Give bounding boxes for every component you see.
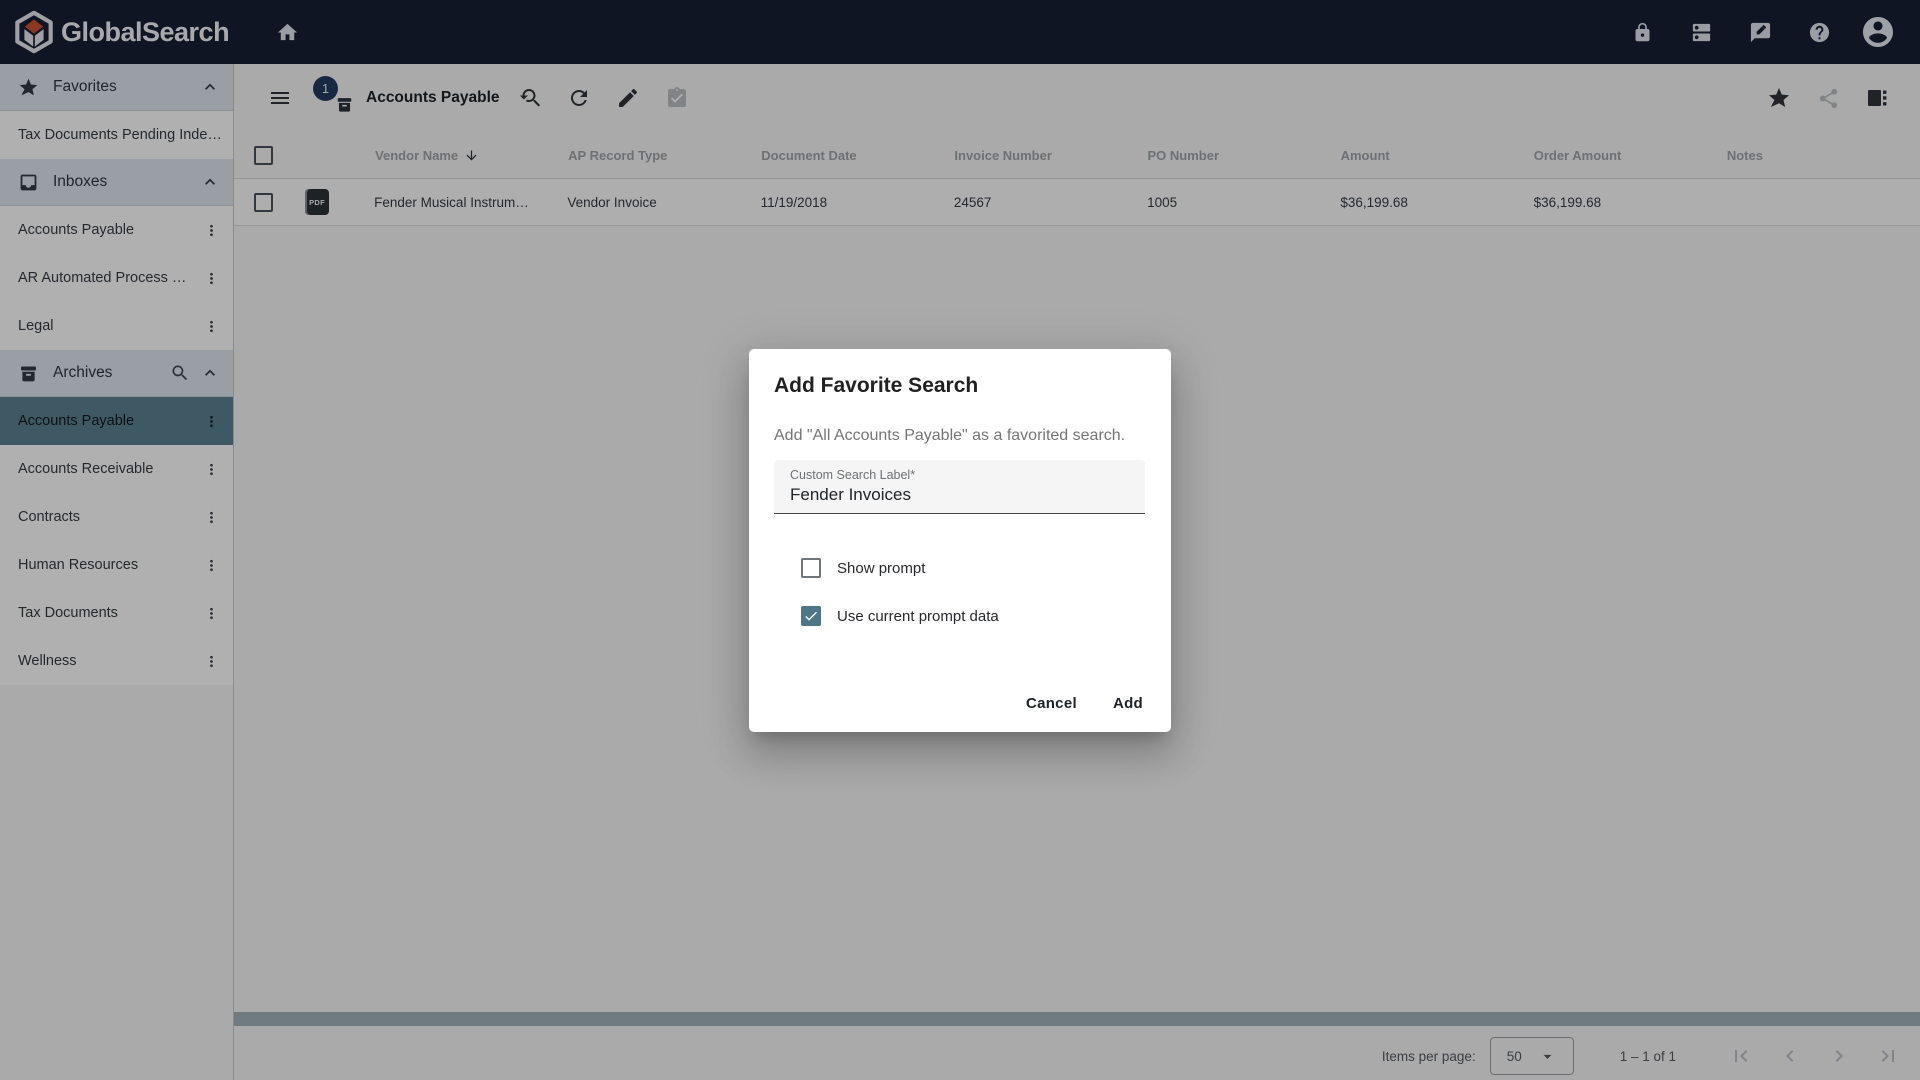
use-prompt-data-row: Use current prompt data: [801, 606, 1171, 626]
show-prompt-row: Show prompt: [801, 558, 1171, 578]
checkmark-icon: [803, 608, 819, 624]
use-prompt-data-checkbox[interactable]: [801, 606, 821, 626]
custom-search-label-input[interactable]: Custom Search Label* Fender Invoices: [774, 460, 1145, 514]
field-value: Fender Invoices: [790, 485, 1133, 505]
dialog-subtitle: Add "All Accounts Payable" as a favorite…: [774, 424, 1146, 448]
app-screen: GlobalSearch: [0, 0, 1920, 1080]
show-prompt-checkbox[interactable]: [801, 558, 821, 578]
show-prompt-label: Show prompt: [837, 560, 925, 577]
dialog-actions: Cancel Add: [1016, 685, 1153, 722]
cancel-button[interactable]: Cancel: [1016, 685, 1087, 722]
add-favorite-search-dialog: Add Favorite Search Add "All Accounts Pa…: [749, 349, 1171, 732]
field-label: Custom Search Label*: [790, 468, 1133, 482]
dialog-title: Add Favorite Search: [774, 372, 1146, 400]
add-button[interactable]: Add: [1103, 685, 1153, 722]
use-prompt-data-label: Use current prompt data: [837, 608, 999, 625]
